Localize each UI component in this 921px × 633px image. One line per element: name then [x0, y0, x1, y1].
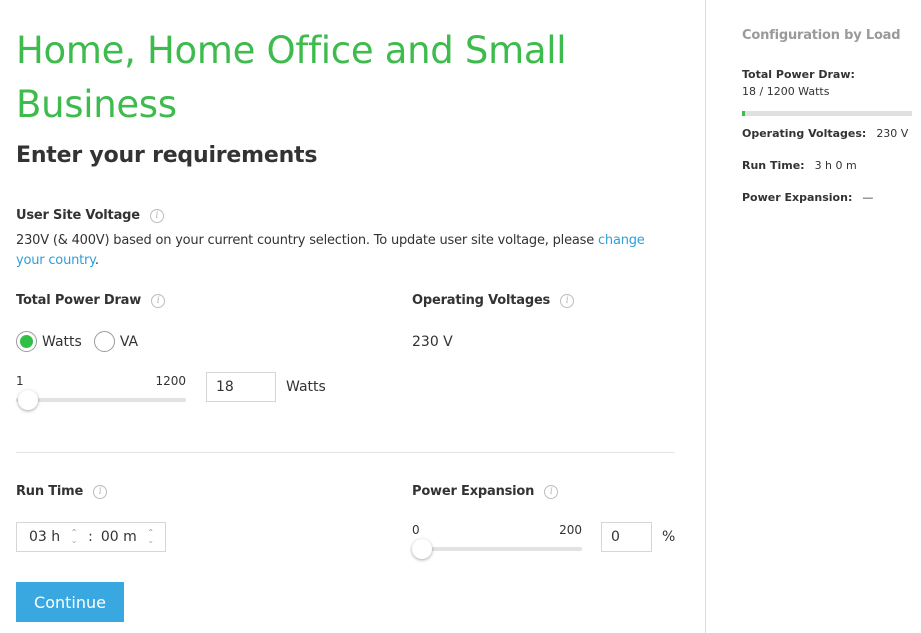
radio-watts-label: Watts [42, 333, 82, 350]
sidebar-operating-voltages-value: 230 V [876, 127, 909, 140]
run-time-input[interactable]: 03 h ⌃ ⌄ : 00 m ⌃ ⌄ [16, 522, 166, 552]
info-icon[interactable]: i [544, 484, 559, 499]
user-site-voltage-label: User Site Voltage i [16, 208, 164, 223]
slider-thumb[interactable] [18, 390, 39, 410]
info-icon[interactable]: i [149, 208, 164, 223]
power-draw-progress-bar [742, 111, 912, 116]
power-draw-input[interactable]: 18 [206, 372, 276, 402]
page-subtitle: Enter your requirements [16, 143, 318, 168]
sidebar-run-time: Run Time: 3 h 0 m [742, 159, 857, 172]
sidebar-run-time-value: 3 h 0 m [814, 159, 857, 172]
sidebar-operating-voltages: Operating Voltages: 230 V [742, 127, 908, 140]
operating-voltages-label-text: Operating Voltages [412, 293, 551, 308]
power-expansion-input[interactable]: 0 [601, 522, 652, 552]
run-time-minutes[interactable]: 00 m [101, 529, 137, 545]
power-draw-progress-fill [742, 111, 745, 116]
minutes-spinner[interactable]: ⌃ ⌄ [145, 528, 157, 546]
slider-track[interactable] [412, 547, 582, 551]
power-expansion-slider[interactable]: 0 200 [412, 523, 582, 563]
section-divider [16, 452, 675, 453]
sidebar-power-expansion-value: — [862, 191, 874, 204]
hours-spinner[interactable]: ⌃ ⌄ [68, 528, 80, 546]
radio-va-label: VA [119, 333, 139, 350]
sidebar-power-draw-value: 18 / 1200 Watts [742, 85, 830, 98]
slider-max-label: 200 [559, 523, 582, 537]
sidebar-power-expansion-label: Power Expansion: [742, 191, 853, 204]
sidebar-power-draw-label: Total Power Draw: [742, 68, 855, 81]
radio-va[interactable]: VA [93, 331, 139, 352]
info-icon[interactable]: i [560, 293, 575, 308]
time-separator: : [88, 529, 93, 545]
slider-min-label: 1 [16, 374, 24, 388]
user-site-voltage-label-text: User Site Voltage [16, 208, 140, 223]
info-icon[interactable]: i [151, 293, 166, 308]
page-title: Home, Home Office and Small Business [16, 29, 567, 126]
radio-selected-dot [20, 335, 33, 348]
operating-voltages-label: Operating Voltages i [412, 293, 575, 308]
main-content: Home, Home Office and Small Business Ent… [0, 0, 705, 633]
total-power-draw-label: Total Power Draw i [16, 293, 166, 308]
radio-watts[interactable]: Watts [16, 331, 82, 352]
power-expansion-label: Power Expansion i [412, 484, 559, 499]
sidebar-power-expansion: Power Expansion: — [742, 191, 873, 204]
configuration-sidebar: Configuration by Load Total Power Draw: … [705, 0, 921, 633]
power-draw-slider[interactable]: 1 1200 [16, 374, 186, 414]
slider-min-label: 0 [412, 523, 420, 537]
run-time-label: Run Time i [16, 484, 108, 499]
sidebar-operating-voltages-label: Operating Voltages: [742, 127, 867, 140]
power-expansion-label-text: Power Expansion [412, 484, 535, 499]
power-unit-radio-group: Watts VA [16, 331, 150, 352]
power-draw-unit: Watts [286, 379, 326, 395]
total-power-draw-label-text: Total Power Draw [16, 293, 142, 308]
radio-watts-circle[interactable] [16, 331, 37, 352]
user-site-voltage-description: 230V (& 400V) based on your current coun… [16, 231, 676, 271]
slider-max-label: 1200 [155, 374, 186, 388]
slider-track[interactable] [16, 398, 186, 402]
slider-thumb[interactable] [412, 539, 432, 559]
run-time-label-text: Run Time [16, 484, 84, 499]
info-icon[interactable]: i [93, 484, 108, 499]
operating-voltages-value: 230 V [412, 334, 453, 350]
chevron-down-icon[interactable]: ⌄ [147, 537, 154, 545]
voltage-description-end: . [94, 253, 99, 268]
continue-button[interactable]: Continue [16, 582, 124, 622]
run-time-hours[interactable]: 03 h [29, 529, 60, 545]
chevron-down-icon[interactable]: ⌄ [71, 537, 78, 545]
sidebar-run-time-label: Run Time: [742, 159, 805, 172]
voltage-description-text: 230V (& 400V) based on your current coun… [16, 233, 598, 248]
power-expansion-unit: % [662, 529, 676, 545]
radio-va-circle[interactable] [93, 331, 115, 352]
sidebar-title: Configuration by Load [742, 28, 901, 43]
